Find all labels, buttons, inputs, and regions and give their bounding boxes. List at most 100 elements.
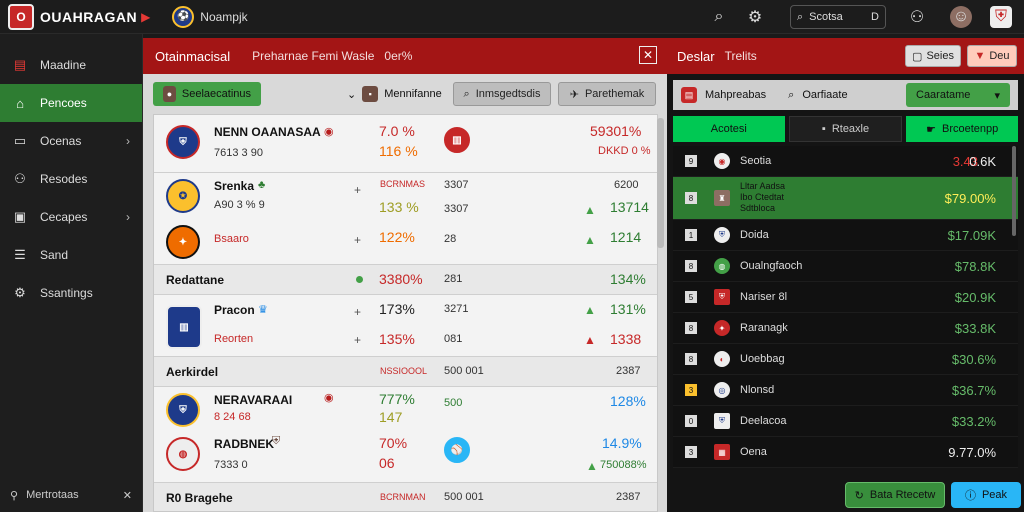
odds-value[interactable]: 7.0 %	[379, 123, 415, 139]
right-value[interactable]: 134%	[610, 271, 646, 287]
list-item[interactable]: 8 ◍ Oualngfaoch $78.8K	[673, 251, 1018, 282]
odds-value[interactable]: 135%	[379, 331, 415, 347]
odds-value-2[interactable]: 06	[379, 455, 395, 471]
row-odds[interactable]: 9.77.0%	[948, 445, 996, 460]
row-odds[interactable]: $79.00%	[945, 191, 996, 206]
place-bet-button[interactable]: ↻ Bata Rtecetw	[845, 482, 945, 508]
filter-label[interactable]: Mahpreabas	[705, 89, 766, 101]
league-badge-icon[interactable]: ⚽	[172, 5, 195, 28]
row-number: 8	[685, 322, 697, 334]
table-row[interactable]: ⛨ NENN OAANASAA ◉ 7613 3 90 7.0 % 116 % …	[154, 115, 657, 173]
betslip-header: Deslar Trelits ▢ Seies ▼ Deu	[667, 38, 1024, 74]
sidebar-item-4[interactable]: ▣ Cecapes ›	[0, 198, 142, 236]
list-item[interactable]: 1 ⛨ Doida $17.09K	[673, 220, 1018, 251]
context-label[interactable]: Noampjk	[200, 10, 247, 24]
sidebar-item-label: Maadine	[40, 58, 87, 72]
filter-dropdown[interactable]: Caaratame ▾	[906, 83, 1010, 107]
row-odds[interactable]: $33.8K	[955, 321, 996, 336]
filter-label-2[interactable]: Oarfiaate	[802, 89, 847, 101]
sidebar-item-5[interactable]: ☰ Sand	[0, 236, 142, 274]
main-scrollbar[interactable]	[657, 118, 664, 248]
right-value[interactable]: 59301%	[590, 123, 641, 139]
search-icon[interactable]: ⌕	[708, 6, 730, 28]
list-item-highlighted[interactable]: 8 ♜ Lltar Aadsa Ibo Ctedtat Sdtbloca $79…	[673, 177, 1018, 220]
sidebar-item-3[interactable]: ⚇ Resodes	[0, 160, 142, 198]
mid-label: NSSIOOOL	[380, 366, 428, 376]
parameter-button[interactable]: ✈ Parethemak	[558, 82, 656, 106]
odds-value[interactable]: 70%	[379, 435, 407, 451]
table-row[interactable]: ✪ Srenka ♣ A90 3 % 9 + BCRNMAS 3307 6200…	[154, 173, 657, 265]
filter-button[interactable]: ⌕ Inmsgedtsdis	[453, 82, 551, 106]
main-title: Otainmacisal	[155, 48, 231, 64]
list-item[interactable]: 5 ⛨ Nariser 8l $20.9K	[673, 282, 1018, 313]
gear-icon[interactable]: ⚙	[744, 6, 766, 28]
odds-value[interactable]: 122%	[379, 229, 415, 245]
section-row[interactable]: Aerkirdel NSSIOOOL 500 001 2387	[154, 357, 657, 387]
odds-value[interactable]: 777%	[379, 391, 415, 407]
dropdown-button[interactable]: ⌄ ▪ Mennifanne	[337, 82, 452, 106]
add-icon[interactable]: +	[354, 333, 361, 347]
right-value[interactable]: 131%	[610, 301, 646, 317]
col2-value: 281	[444, 273, 463, 285]
sidebar-item-0[interactable]: ▤ Maadine	[0, 46, 142, 84]
betslip-footer: ↻ Bata Rtecetw ⓘ Peak	[673, 482, 1021, 508]
section-row[interactable]: Redattane 3380% 281 134%	[154, 265, 657, 295]
section-row[interactable]: R0 Bragehe BCRNMAN 500 001 2387	[154, 483, 657, 511]
odds-value[interactable]: 3380%	[379, 271, 423, 287]
parameter-button-label: Parethemak	[584, 88, 645, 100]
list-item[interactable]: 8 ✦ Raranagk $33.8K	[673, 313, 1018, 344]
peak-button[interactable]: ⓘ Peak	[951, 482, 1021, 508]
pin-icon: ✈	[569, 88, 579, 101]
right-value[interactable]: 1214	[610, 229, 641, 245]
deu-button[interactable]: ▼ Deu	[967, 45, 1017, 67]
flag-icon[interactable]: ⛨	[990, 6, 1012, 28]
col2-value: 3307	[444, 203, 469, 215]
app-logo[interactable]: O	[8, 3, 34, 30]
row-odds[interactable]: $36.7%	[952, 383, 996, 398]
odds-value-2[interactable]: 147	[379, 409, 402, 425]
search-icon[interactable]: ⌕	[788, 89, 794, 102]
list-item[interactable]: 3 ◎ Nlonsd $36.7%	[673, 375, 1018, 406]
tab-second[interactable]: ▪ Rteaxle	[788, 116, 903, 142]
odds-value[interactable]: 173%	[379, 301, 415, 317]
sidebar-item-1[interactable]: ⌂ Pencoes	[0, 84, 142, 122]
series-button[interactable]: ▢ Seies	[905, 45, 961, 67]
odds-value[interactable]: 133 %	[379, 199, 419, 215]
list-item[interactable]: 9 ◉ Seotia 3.43 0.6K	[673, 146, 1018, 177]
right-value[interactable]: 13714	[610, 199, 649, 215]
list-item[interactable]: 8 ◐ Uoebbag $30.6%	[673, 344, 1018, 375]
sidebar-item-6[interactable]: ⚙ Ssantings	[0, 274, 142, 312]
close-icon[interactable]: ✕	[639, 46, 657, 64]
odds-value-2[interactable]: 116 %	[379, 143, 418, 159]
add-icon[interactable]: +	[354, 183, 361, 197]
primary-button[interactable]: ● Seelaecatinus	[153, 82, 261, 106]
tab-third[interactable]: ☛ Brcoetenpp	[906, 116, 1019, 142]
col2-value: 500 001	[444, 491, 484, 503]
row-odds[interactable]: $33.2%	[952, 414, 996, 429]
sidebar-footer[interactable]: ⚲ Mertrotaas ✕	[10, 484, 132, 506]
team-crest-icon: ▥	[166, 305, 202, 349]
row-name-line2: Ibo Ctedtat	[740, 191, 785, 202]
tab-active[interactable]: Acotesi	[673, 116, 785, 142]
right-value[interactable]: 128%	[610, 393, 646, 409]
list-item[interactable]: 0 ⛨ Deelacoa $33.2%	[673, 406, 1018, 437]
list-item[interactable]: 3 ▦ Oena 9.77.0%	[673, 437, 1018, 468]
search-field[interactable]: ⌕ Scotsa D	[790, 5, 886, 29]
betslip-scrollbar[interactable]	[1012, 146, 1016, 236]
row-odds[interactable]: $30.6%	[952, 352, 996, 367]
table-row[interactable]: ⛨ NERAVARAAI ◉ 8 24 68 777% 147 500 128%…	[154, 387, 657, 483]
sidebar-item-2[interactable]: ▭ Ocenas ›	[0, 122, 142, 160]
brand-name[interactable]: OUAHRAGAN	[40, 9, 137, 25]
row-odds[interactable]: $17.09K	[948, 228, 996, 243]
right-value[interactable]: 1338	[610, 331, 641, 347]
right-value[interactable]: 14.9%	[602, 435, 642, 451]
user-icon[interactable]: ⚇	[906, 6, 928, 28]
add-icon[interactable]: +	[354, 233, 361, 247]
mid-label: BCRNMAS	[380, 179, 426, 189]
row-odds[interactable]: $20.9K	[955, 290, 996, 305]
add-icon[interactable]: +	[354, 305, 361, 319]
avatar-icon[interactable]: ☺	[950, 6, 972, 28]
row-odds[interactable]: $78.8K	[955, 259, 996, 274]
table-row[interactable]: ▥ Pracon ♛ + 173% 3271 ▲ 131% Reorten + …	[154, 295, 657, 357]
tools-icon[interactable]: ✕	[123, 489, 132, 502]
